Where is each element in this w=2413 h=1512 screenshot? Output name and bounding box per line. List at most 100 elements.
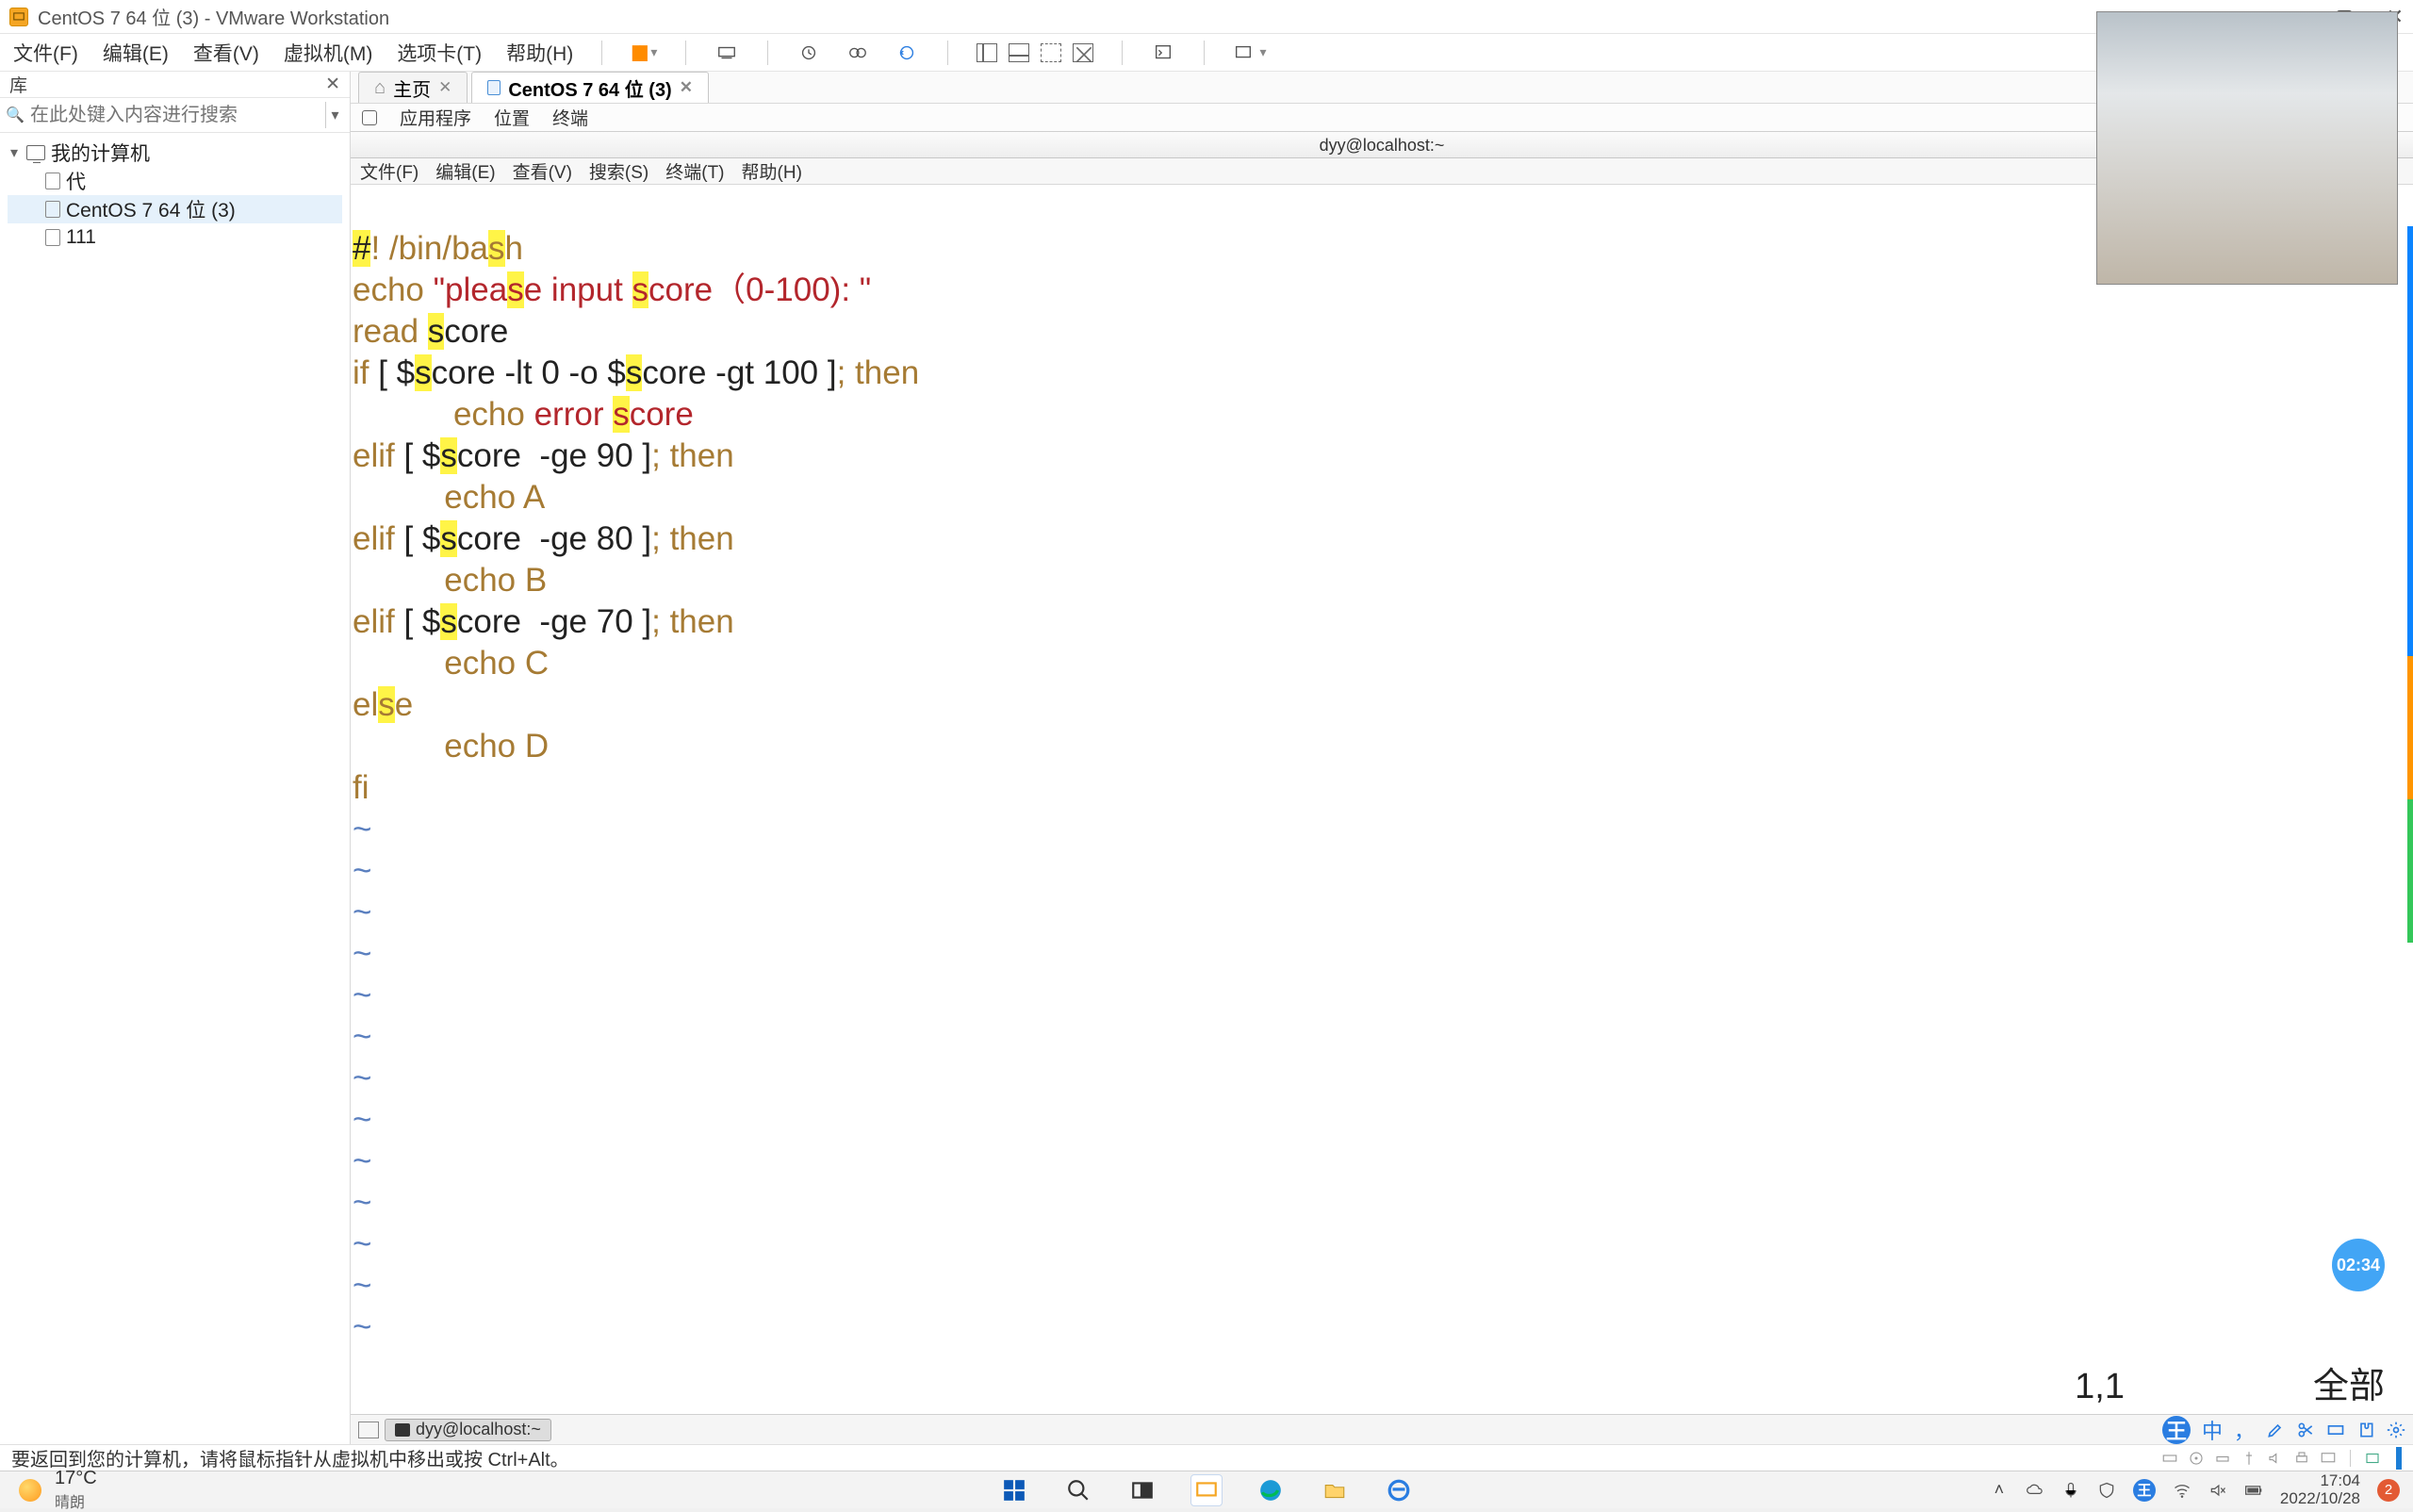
floating-timer[interactable]: 02:34 <box>2332 1239 2385 1291</box>
t: ~ <box>353 1018 371 1055</box>
t: core -ge 70 ] <box>457 603 651 640</box>
webcam-overlay <box>2096 11 2398 285</box>
menu-tabs[interactable]: 选项卡(T) <box>397 39 482 67</box>
console-view-icon[interactable] <box>1151 41 1175 65</box>
t: s <box>428 313 445 350</box>
tree-vm-item[interactable]: 111 <box>8 223 342 252</box>
taskbar-terminal-label: dyy@localhost:~ <box>416 1420 541 1439</box>
terminal-icon <box>395 1423 410 1437</box>
ime-puzzle-icon[interactable] <box>2356 1421 2375 1439</box>
vim-editor[interactable]: #! /bin/bash echo "please input score（0-… <box>351 185 2413 1414</box>
menu-help[interactable]: 帮助(H) <box>506 39 573 67</box>
layout-bottom-icon[interactable] <box>1009 43 1029 62</box>
tab-vm[interactable]: CentOS 7 64 位 (3) ✕ <box>471 72 709 103</box>
snapshot-revert-icon[interactable] <box>895 41 919 65</box>
device-display-icon[interactable] <box>2320 1450 2337 1467</box>
t: e <box>395 686 413 723</box>
ime-gear-icon[interactable] <box>2387 1421 2405 1439</box>
t: ~ <box>353 977 371 1013</box>
tree-item-label: CentOS 7 64 位 (3) <box>66 195 236 223</box>
battery-icon[interactable] <box>2244 1481 2263 1500</box>
start-button[interactable] <box>998 1474 1030 1506</box>
device-net-icon[interactable] <box>2214 1450 2231 1467</box>
menu-view[interactable]: 查看(V) <box>193 39 259 67</box>
t: s <box>632 271 649 308</box>
notification-badge[interactable]: 2 <box>2377 1479 2400 1502</box>
snapshot-manage-icon[interactable] <box>845 41 870 65</box>
t: s <box>507 271 524 308</box>
defender-icon[interactable] <box>2097 1481 2116 1500</box>
ime-keyboard-icon[interactable] <box>2326 1421 2345 1439</box>
tree-vm-item[interactable]: CentOS 7 64 位 (3) <box>8 195 342 223</box>
side-indicator <box>2396 1447 2402 1470</box>
edge-taskbar-icon[interactable] <box>1255 1474 1287 1506</box>
library-header: 库 <box>9 72 27 97</box>
ime-punct-icon[interactable]: ， <box>2234 1415 2255 1445</box>
mic-icon[interactable] <box>2061 1481 2080 1500</box>
gnome-places[interactable]: 位置 <box>494 105 530 130</box>
wifi-icon[interactable] <box>2173 1481 2191 1500</box>
snapshot-icon[interactable] <box>796 41 821 65</box>
volume-mute-icon[interactable] <box>2208 1481 2227 1500</box>
weather-icon[interactable] <box>19 1479 41 1502</box>
taskbar-clock[interactable]: 17:04 2022/10/28 <box>2280 1472 2360 1507</box>
t: ~ <box>353 1308 371 1345</box>
task-view-button[interactable] <box>1126 1474 1158 1506</box>
ime-zh-icon[interactable]: 中 <box>2202 1415 2223 1445</box>
vmware-taskbar-icon[interactable] <box>1190 1474 1223 1506</box>
onedrive-icon[interactable] <box>2026 1481 2044 1500</box>
t: core -ge 80 ] <box>457 520 651 557</box>
t: read <box>353 313 428 350</box>
device-hd-icon[interactable] <box>2161 1450 2178 1467</box>
vmware-app-icon <box>9 8 28 26</box>
ime-wang-tray-icon[interactable]: 王 <box>2133 1479 2156 1502</box>
ime-wang-icon[interactable]: 王 <box>2162 1416 2191 1444</box>
show-desktop-icon[interactable] <box>358 1422 379 1438</box>
term-menu-search[interactable]: 搜索(S) <box>589 158 648 184</box>
term-menu-view[interactable]: 查看(V) <box>513 158 572 184</box>
t: elif <box>353 437 403 474</box>
menu-vm[interactable]: 虚拟机(M) <box>284 39 372 67</box>
t: s <box>440 603 457 640</box>
gnome-terminal-menu[interactable]: 终端 <box>552 105 588 130</box>
stretch-dropdown[interactable]: ▾ <box>1233 42 1266 63</box>
library-search-input[interactable] <box>30 105 320 126</box>
device-sound-icon[interactable] <box>2267 1450 2284 1467</box>
t: core -lt 0 -o $ <box>432 354 626 391</box>
term-menu-terminal[interactable]: 终端(T) <box>665 158 724 184</box>
layout-sidebar-icon[interactable] <box>977 43 997 62</box>
menu-edit[interactable]: 编辑(E) <box>103 39 169 67</box>
tree-vm-item[interactable]: 代 <box>8 167 342 195</box>
search-icon: 🔍 <box>6 106 25 124</box>
term-menu-help[interactable]: 帮助(H) <box>742 158 802 184</box>
explorer-taskbar-icon[interactable] <box>1319 1474 1351 1506</box>
tray-chevron-icon[interactable]: ˄ <box>1990 1481 2009 1500</box>
message-log-icon[interactable] <box>2364 1450 2381 1467</box>
tree-root[interactable]: ▾ 我的计算机 <box>8 139 342 167</box>
tab-home[interactable]: ⌂ 主页 ✕ <box>358 72 468 103</box>
pause-vm-button[interactable]: ▮▮▾ <box>631 41 657 64</box>
term-menu-file[interactable]: 文件(F) <box>360 158 419 184</box>
tab-close-icon[interactable]: ✕ <box>680 78 693 97</box>
search-button[interactable] <box>1062 1474 1094 1506</box>
layout-unity-icon[interactable] <box>1073 43 1093 62</box>
tab-close-icon[interactable]: ✕ <box>438 78 451 97</box>
gnome-apps[interactable]: 应用程序 <box>400 105 471 130</box>
device-usb-icon[interactable] <box>2241 1450 2257 1467</box>
menu-file[interactable]: 文件(F) <box>13 39 78 67</box>
ie-taskbar-icon[interactable] <box>1383 1474 1415 1506</box>
layout-fullscreen-icon[interactable] <box>1041 43 1061 62</box>
term-menu-edit[interactable]: 编辑(E) <box>435 158 495 184</box>
ime-scissors-icon[interactable] <box>2296 1421 2315 1439</box>
device-cd-icon[interactable] <box>2188 1450 2205 1467</box>
device-printer-icon[interactable] <box>2293 1450 2310 1467</box>
activities-icon[interactable] <box>362 110 377 125</box>
ime-pencil-icon[interactable] <box>2266 1421 2285 1439</box>
layout-toggle-group[interactable] <box>977 43 1093 62</box>
t: ; then <box>651 603 734 640</box>
taskbar-terminal-button[interactable]: dyy@localhost:~ <box>385 1419 551 1441</box>
send-keys-icon[interactable] <box>714 41 739 65</box>
t: s <box>488 230 505 267</box>
sidebar-close-icon[interactable]: ✕ <box>325 74 340 95</box>
search-dropdown-icon[interactable]: ▾ <box>325 102 344 128</box>
